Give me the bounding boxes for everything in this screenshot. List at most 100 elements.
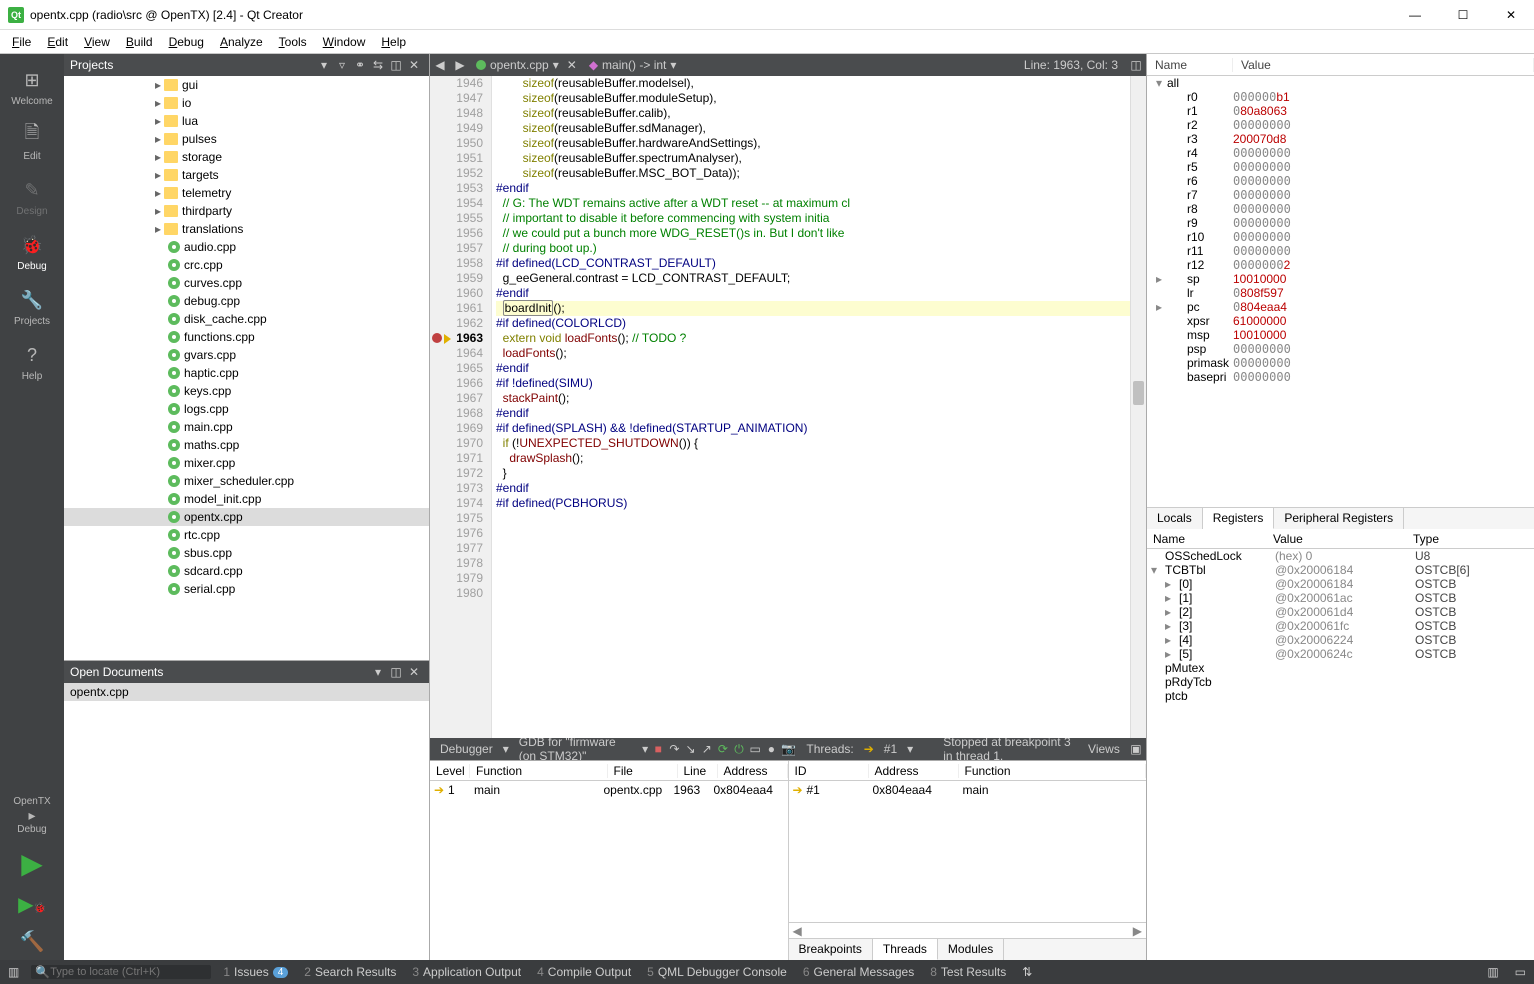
register-pc[interactable]: ▸pc0804eaa4 [1147,300,1534,314]
registers-view[interactable]: ▾allr0000000b1r1080a8063r200000000r32000… [1147,76,1534,507]
symbol-crumb[interactable]: ◆ main() -> int ▾ [583,58,683,72]
tab-breakpoints[interactable]: Breakpoints [789,939,873,960]
folder-gui[interactable]: ▸gui [64,76,429,94]
register-r9[interactable]: r900000000 [1147,216,1534,230]
folder-translations[interactable]: ▸translations [64,220,429,238]
file-rtc.cpp[interactable]: rtc.cpp [64,526,429,544]
local-1[interactable]: ▸[1]@0x200061acOSTCB [1147,591,1534,605]
editor-split-icon[interactable]: ◫ [1126,58,1146,72]
build-button[interactable]: 🔨 [0,923,64,960]
step-out-icon[interactable]: ↗ [701,742,713,756]
open-documents-list[interactable]: opentx.cpp [64,683,429,960]
toggle-right-sidebar-icon[interactable]: ▥ [1479,965,1506,979]
output-pane-general-messages[interactable]: 6 General Messages [795,965,922,979]
run-debug-button[interactable]: ▶🐞 [0,886,64,923]
file-tab[interactable]: opentx.cpp ▾ ✕ [470,58,583,72]
file-curves.cpp[interactable]: curves.cpp [64,274,429,292]
close-button[interactable]: ✕ [1496,8,1526,22]
file-mixer_scheduler.cpp[interactable]: mixer_scheduler.cpp [64,472,429,490]
menu-debug[interactable]: Debug [161,32,212,52]
output-pane-compile-output[interactable]: 4 Compile Output [529,965,639,979]
folder-thirdparty[interactable]: ▸thirdparty [64,202,429,220]
mode-debug[interactable]: 🐞Debug [11,225,53,280]
folder-lua[interactable]: ▸lua [64,112,429,130]
code-editor[interactable]: 1946194719481949195019511952195319541955… [430,76,1146,738]
register-r6[interactable]: r600000000 [1147,174,1534,188]
file-model_init.cpp[interactable]: model_init.cpp [64,490,429,508]
folder-storage[interactable]: ▸storage [64,148,429,166]
register-r3[interactable]: r3200070d8 [1147,132,1534,146]
mode-help[interactable]: ?Help [11,335,53,390]
tab-registers[interactable]: Registers [1203,508,1275,529]
local-pRdyTcb[interactable]: pRdyTcb [1147,675,1534,689]
register-r0[interactable]: r0000000b1 [1147,90,1534,104]
menu-build[interactable]: Build [118,32,161,52]
local-3[interactable]: ▸[3]@0x200061fcOSTCB [1147,619,1534,633]
file-opentx.cpp[interactable]: opentx.cpp [64,508,429,526]
mode-edit[interactable]: 🗎Edit [11,115,53,170]
editor-scrollbar[interactable] [1130,76,1146,738]
mode-projects[interactable]: 🔧Projects [11,280,53,335]
menu-file[interactable]: File [4,32,39,52]
menu-window[interactable]: Window [315,32,374,52]
output-pane-test-results[interactable]: 8 Test Results [922,965,1014,979]
register-primask[interactable]: primask00000000 [1147,356,1534,370]
opendocs-close-icon[interactable]: ✕ [405,665,423,679]
register-r7[interactable]: r700000000 [1147,188,1534,202]
record-icon[interactable]: ● [765,742,777,756]
register-r1[interactable]: r1080a8063 [1147,104,1534,118]
folder-telemetry[interactable]: ▸telemetry [64,184,429,202]
nav-forward-icon[interactable]: ▶ [450,58,470,72]
snapshot-icon[interactable]: 📷 [781,742,796,756]
file-gvars.cpp[interactable]: gvars.cpp [64,346,429,364]
file-sbus.cpp[interactable]: sbus.cpp [64,544,429,562]
file-haptic.cpp[interactable]: haptic.cpp [64,364,429,382]
file-disk_cache.cpp[interactable]: disk_cache.cpp [64,310,429,328]
views-button[interactable]: Views [1082,742,1126,756]
projects-tree[interactable]: ▸gui▸io▸lua▸pulses▸storage▸targets▸telem… [64,76,429,660]
mode-welcome[interactable]: ⊞Welcome [11,60,53,115]
menu-help[interactable]: Help [373,32,414,52]
local-pMutex[interactable]: pMutex [1147,661,1534,675]
crumb-dropdown-icon[interactable]: ▾ [670,58,676,72]
kit-selector[interactable]: OpenTX ▸ Debug [0,790,64,841]
local-0[interactable]: ▸[0]@0x20006184OSTCB [1147,577,1534,591]
split-icon[interactable]: ◫ [387,58,405,72]
target-dropdown-icon[interactable]: ▾ [642,742,648,756]
file-debug.cpp[interactable]: debug.cpp [64,292,429,310]
register-sp[interactable]: ▸sp10010000 [1147,272,1534,286]
thread-selector[interactable]: #1 [878,742,903,756]
folder-targets[interactable]: ▸targets [64,166,429,184]
file-serial.cpp[interactable]: serial.cpp [64,580,429,598]
register-xpsr[interactable]: xpsr61000000 [1147,314,1534,328]
debugger-dropdown-icon[interactable]: ▾ [503,742,509,756]
maximize-button[interactable]: ☐ [1448,8,1478,22]
close-panel-icon[interactable]: ✕ [405,58,423,72]
debug-continue-icon[interactable]: ■ [652,742,664,756]
menu-tools[interactable]: Tools [271,32,315,52]
statusbar-more-icon[interactable]: ⇅ [1014,965,1040,979]
local-OSSchedLock[interactable]: OSSchedLock(hex) 0U8 [1147,549,1534,563]
local-4[interactable]: ▸[4]@0x20006224OSTCB [1147,633,1534,647]
opendocs-split-icon[interactable]: ◫ [387,665,405,679]
scroll-right-icon[interactable]: ▶ [1129,924,1146,938]
tab-peripheral-registers[interactable]: Peripheral Registers [1274,508,1404,529]
file-sdcard.cpp[interactable]: sdcard.cpp [64,562,429,580]
local-5[interactable]: ▸[5]@0x2000624cOSTCB [1147,647,1534,661]
locator-input[interactable]: 🔍 [31,965,211,979]
restart-icon[interactable]: ⟳ [717,742,729,756]
register-lr[interactable]: lr0808f597 [1147,286,1534,300]
register-msp[interactable]: msp10010000 [1147,328,1534,342]
local-2[interactable]: ▸[2]@0x200061d4OSTCB [1147,605,1534,619]
register-r2[interactable]: r200000000 [1147,118,1534,132]
nav-back-icon[interactable]: ◀ [430,58,450,72]
menu-edit[interactable]: Edit [39,32,76,52]
thread-#1[interactable]: ➔#10x804eaa4main [789,781,1147,799]
thread-dropdown-icon[interactable]: ▾ [907,742,913,756]
open-doc-opentx.cpp[interactable]: opentx.cpp [64,683,429,701]
step-over-icon[interactable]: ↷ [668,742,680,756]
output-pane-issues[interactable]: 1 Issues 4 [215,965,296,979]
register-r11[interactable]: r1100000000 [1147,244,1534,258]
register-r10[interactable]: r1000000000 [1147,230,1534,244]
folder-io[interactable]: ▸io [64,94,429,112]
